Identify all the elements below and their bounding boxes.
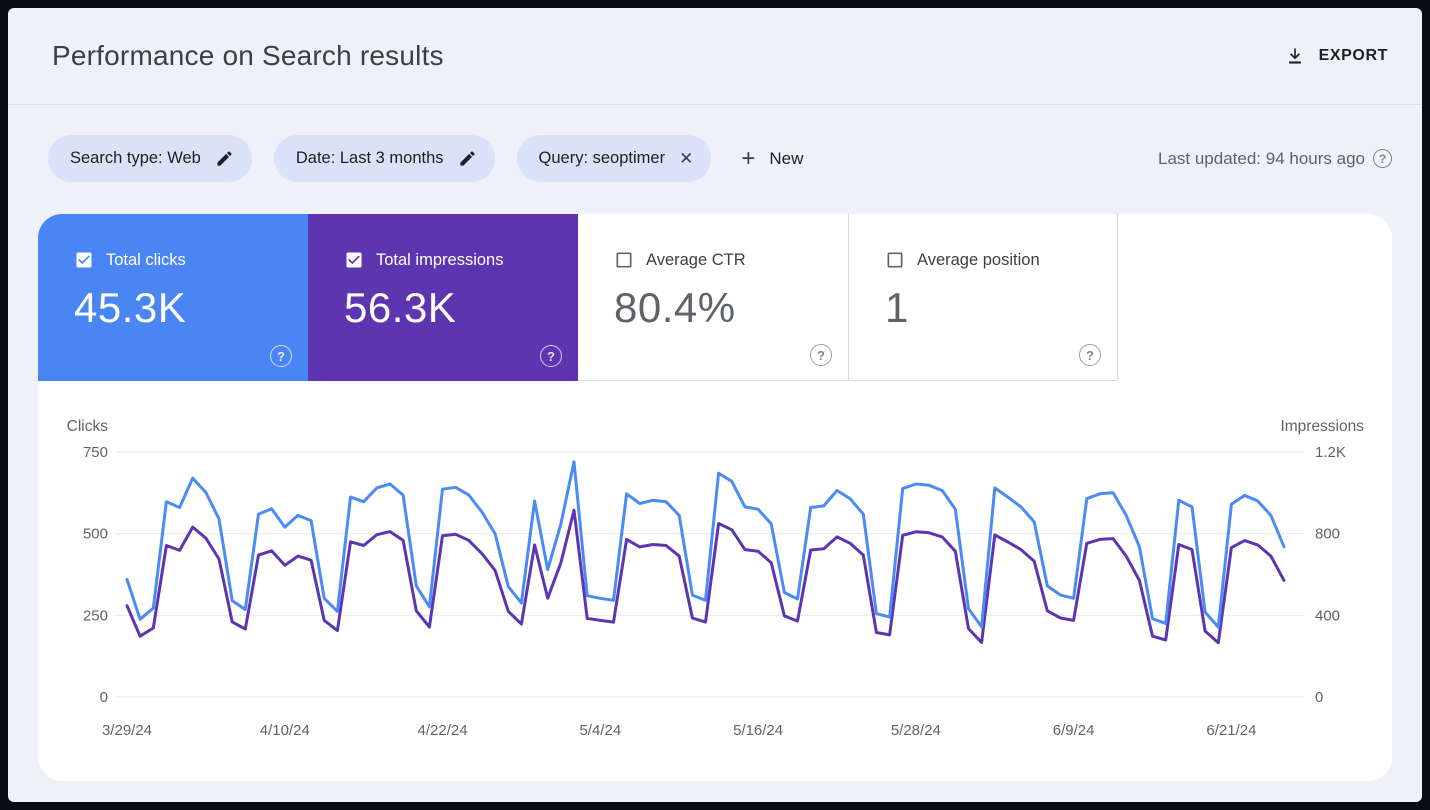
metric-tile-total-impressions[interactable]: Total impressions 56.3K ?	[308, 214, 578, 381]
help-icon[interactable]: ?	[270, 345, 292, 367]
svg-text:250: 250	[83, 607, 108, 624]
checkbox-unchecked-icon[interactable]	[885, 250, 905, 270]
metric-tiles: Total clicks 45.3K ? Total impressions 5…	[38, 214, 1392, 381]
svg-text:750: 750	[83, 444, 108, 461]
app-window: Performance on Search results EXPORT Sea…	[8, 8, 1422, 802]
checkbox-checked-icon[interactable]	[344, 250, 364, 270]
last-updated-text: Last updated: 94 hours ago	[1158, 149, 1365, 169]
svg-text:1.2K: 1.2K	[1315, 444, 1346, 461]
svg-text:Impressions: Impressions	[1280, 418, 1364, 435]
metric-value: 1	[885, 284, 1117, 332]
filter-chip-date[interactable]: Date: Last 3 months	[274, 135, 495, 182]
filter-chip-query[interactable]: Query: seoptimer ✕	[517, 135, 712, 182]
svg-text:400: 400	[1315, 607, 1340, 624]
checkbox-unchecked-icon[interactable]	[614, 250, 634, 270]
svg-text:800: 800	[1315, 526, 1340, 543]
metric-tile-average-position[interactable]: Average position 1 ?	[848, 214, 1118, 381]
metric-label: Average CTR	[646, 251, 746, 270]
metric-label: Average position	[917, 251, 1040, 270]
filter-chip-label: Search type: Web	[70, 149, 201, 168]
close-icon[interactable]: ✕	[679, 150, 693, 167]
filter-chip-label: Query: seoptimer	[539, 149, 666, 168]
svg-text:5/16/24: 5/16/24	[733, 722, 783, 739]
new-filter-button[interactable]: + New	[741, 147, 803, 171]
export-label: EXPORT	[1319, 47, 1388, 65]
edit-icon	[215, 149, 234, 168]
download-icon	[1285, 46, 1305, 66]
performance-panel: Total clicks 45.3K ? Total impressions 5…	[38, 214, 1392, 781]
help-icon[interactable]: ?	[1373, 149, 1392, 168]
help-icon[interactable]: ?	[1079, 344, 1101, 366]
metric-tile-average-ctr[interactable]: Average CTR 80.4% ?	[578, 214, 848, 381]
svg-text:6/21/24: 6/21/24	[1206, 722, 1256, 739]
checkbox-checked-icon[interactable]	[74, 250, 94, 270]
svg-text:500: 500	[83, 526, 108, 543]
svg-text:Clicks: Clicks	[67, 418, 109, 435]
svg-text:0: 0	[1315, 689, 1323, 706]
metric-value: 56.3K	[344, 284, 578, 332]
svg-text:4/10/24: 4/10/24	[260, 722, 310, 739]
performance-chart[interactable]: 0 250 500 750 0 400 800 1.2K Clicks Impressions 3/…	[38, 417, 1392, 781]
plus-icon: +	[741, 147, 755, 171]
metric-label: Total clicks	[106, 251, 186, 270]
header: Performance on Search results EXPORT	[8, 8, 1422, 105]
metric-tile-total-clicks[interactable]: Total clicks 45.3K ?	[38, 214, 308, 381]
filter-chip-label: Date: Last 3 months	[296, 149, 444, 168]
help-icon[interactable]: ?	[810, 344, 832, 366]
svg-text:3/29/24: 3/29/24	[102, 722, 152, 739]
metric-value: 45.3K	[74, 284, 308, 332]
page-title: Performance on Search results	[52, 40, 444, 72]
svg-text:5/28/24: 5/28/24	[891, 722, 941, 739]
metric-label: Total impressions	[376, 251, 503, 270]
export-button[interactable]: EXPORT	[1285, 46, 1388, 66]
svg-text:4/22/24: 4/22/24	[418, 722, 468, 739]
svg-text:6/9/24: 6/9/24	[1053, 722, 1095, 739]
edit-icon	[458, 149, 477, 168]
help-icon[interactable]: ?	[540, 345, 562, 367]
svg-text:0: 0	[100, 689, 108, 706]
new-filter-label: New	[769, 149, 803, 169]
filter-chip-search-type[interactable]: Search type: Web	[48, 135, 252, 182]
svg-text:5/4/24: 5/4/24	[579, 722, 621, 739]
last-updated: Last updated: 94 hours ago ?	[1158, 149, 1392, 169]
filter-bar: Search type: Web Date: Last 3 months Que…	[8, 105, 1422, 182]
metric-value: 80.4%	[614, 284, 848, 332]
